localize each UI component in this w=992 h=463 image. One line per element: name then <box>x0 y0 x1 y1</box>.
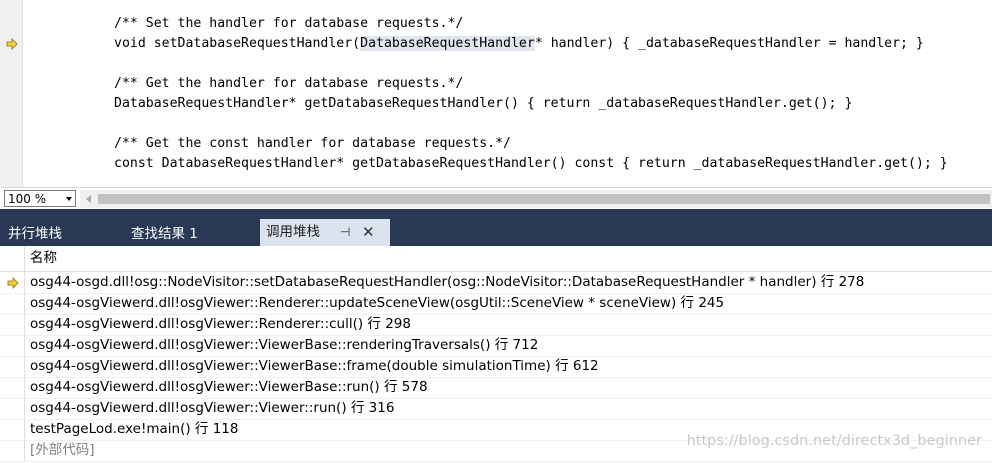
tab-find-results[interactable]: 查找结果 1 <box>131 222 198 246</box>
frame-text: osg44-osgViewerd.dll!osgViewer::ViewerBa… <box>30 337 539 353</box>
row-gutter <box>0 398 25 419</box>
frame-text: testPageLod.exe!main() 行 118 <box>30 421 239 437</box>
row-gutter <box>0 293 25 314</box>
current-frame-arrow-icon <box>7 277 19 289</box>
code-editor[interactable]: /** Set the handler for database request… <box>0 0 992 187</box>
watermark-text: https://blog.csdn.net/directx3d_beginner <box>686 433 982 449</box>
close-icon[interactable]: ✕ <box>362 219 375 246</box>
scroll-left-icon[interactable] <box>86 195 91 203</box>
frame-text: osg44-osgViewerd.dll!osgViewer::ViewerBa… <box>30 379 428 395</box>
code-area[interactable]: /** Set the handler for database request… <box>26 0 992 187</box>
row-gutter <box>0 440 25 461</box>
frame-text: osg44-osgViewerd.dll!osgViewer::Renderer… <box>30 316 411 332</box>
header-gutter <box>0 246 25 271</box>
code-fragment: * handler) { _databaseRequestHandler = h… <box>534 36 924 51</box>
tab-call-stack-label: 调用堆栈 <box>266 224 320 240</box>
code-line-current: void setDatabaseRequestHandler(DatabaseR… <box>114 34 924 54</box>
scrollbar-thumb[interactable] <box>98 194 990 204</box>
call-stack-row[interactable]: osg44-osgViewerd.dll!osgViewer::Renderer… <box>0 314 992 336</box>
row-gutter <box>0 356 25 377</box>
editor-gutter[interactable] <box>0 0 23 187</box>
tab-call-stack[interactable]: 调用堆栈 ⊣ ✕ <box>260 219 390 246</box>
code-comment: /** Get the handler for database request… <box>114 76 464 91</box>
call-stack-grid: 名称 osg44-osgd.dll!osg::NodeVisitor::setD… <box>0 246 992 463</box>
call-stack-row[interactable]: osg44-osgViewerd.dll!osgViewer::Renderer… <box>0 293 992 315</box>
pin-icon[interactable]: ⊣ <box>340 219 350 246</box>
current-statement-arrow-icon <box>6 38 18 50</box>
row-gutter <box>0 314 25 335</box>
frame-text-external: [外部代码] <box>30 442 95 458</box>
code-line: const DatabaseRequestHandler* getDatabas… <box>114 156 948 171</box>
code-comment: /** Set the handler for database request… <box>114 16 464 31</box>
frame-text: osg44-osgd.dll!osg::NodeVisitor::setData… <box>30 274 865 290</box>
code-fragment: void setDatabaseRequestHandler( <box>114 36 361 51</box>
call-stack-row[interactable]: osg44-osgViewerd.dll!osgViewer::ViewerBa… <box>0 356 992 378</box>
frame-text: osg44-osgViewerd.dll!osgViewer::Viewer::… <box>30 400 395 416</box>
row-gutter <box>0 377 25 398</box>
tool-window-tabstrip: 并行堆栈 查找结果 1 调用堆栈 ⊣ ✕ <box>0 209 992 246</box>
call-stack-row[interactable]: osg44-osgViewerd.dll!osgViewer::ViewerBa… <box>0 377 992 399</box>
call-stack-row[interactable]: osg44-osgViewerd.dll!osgViewer::Viewer::… <box>0 398 992 420</box>
frame-text: osg44-osgViewerd.dll!osgViewer::Renderer… <box>30 295 725 311</box>
row-gutter <box>0 419 25 440</box>
frame-text: osg44-osgViewerd.dll!osgViewer::ViewerBa… <box>30 358 599 374</box>
row-gutter <box>0 335 25 356</box>
call-stack-row[interactable]: osg44-osgViewerd.dll!osgViewer::ViewerBa… <box>0 335 992 357</box>
horizontal-scrollbar[interactable] <box>80 190 992 208</box>
zoom-dropdown[interactable]: 100 % <box>4 190 76 207</box>
chevron-down-icon <box>66 197 72 201</box>
grid-header: 名称 <box>0 246 992 272</box>
tab-parallel-stacks[interactable]: 并行堆栈 <box>8 222 62 246</box>
column-header-name[interactable]: 名称 <box>30 246 57 271</box>
highlighted-token: DatabaseRequestHandler <box>360 36 535 51</box>
call-stack-row[interactable]: osg44-osgd.dll!osg::NodeVisitor::setData… <box>0 272 992 294</box>
zoom-value: 100 % <box>8 192 47 206</box>
editor-status-bar: 100 % <box>0 187 992 210</box>
code-line: DatabaseRequestHandler* getDatabaseReque… <box>114 96 853 111</box>
code-comment: /** Get the const handler for database r… <box>114 136 511 151</box>
